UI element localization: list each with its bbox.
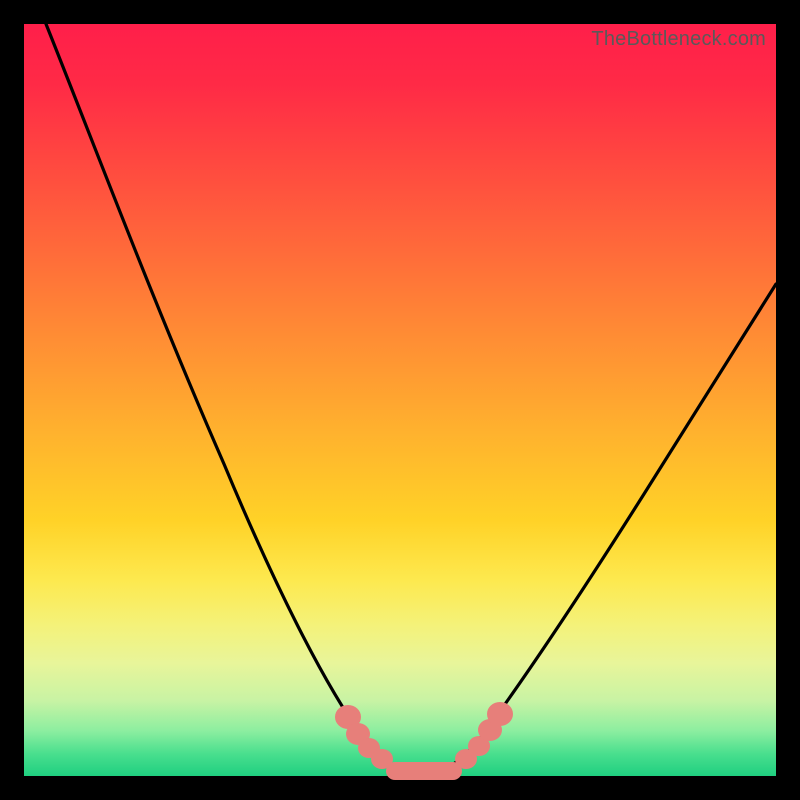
bottleneck-curve bbox=[24, 24, 776, 776]
chart-frame: TheBottleneck.com bbox=[0, 0, 800, 800]
curve-path bbox=[46, 24, 776, 774]
valley-highlight-group bbox=[335, 702, 513, 780]
plot-area: TheBottleneck.com bbox=[24, 24, 776, 776]
